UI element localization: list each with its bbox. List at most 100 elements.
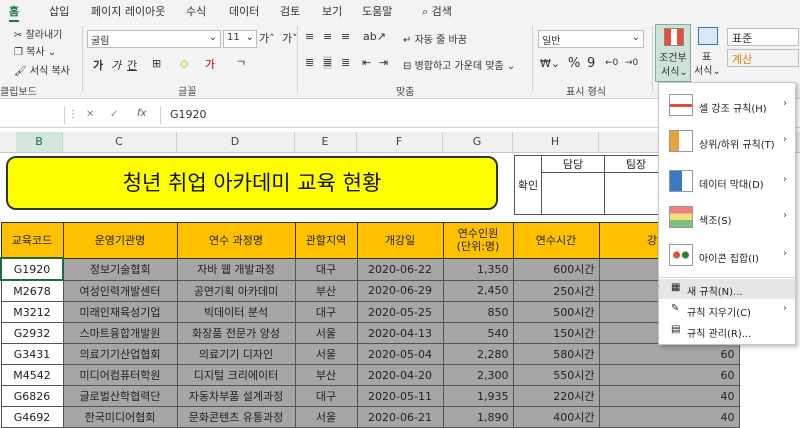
table-cell[interactable]: 600시간	[512, 257, 600, 281]
table-cell[interactable]: 1,935	[442, 385, 514, 407]
font-grow-icon[interactable]: 가˄	[259, 30, 275, 46]
percent-button[interactable]: %	[568, 56, 580, 71]
table-cell[interactable]: 2020-06-29	[356, 279, 444, 302]
table-cell[interactable]: 2020-04-13	[356, 322, 444, 344]
table-cell[interactable]: 250시간	[512, 279, 600, 302]
table-cell[interactable]: 미래인재육성기업	[62, 301, 178, 323]
tab-help[interactable]: 도움말	[362, 3, 392, 19]
table-cell[interactable]: 2020-05-11	[356, 385, 444, 407]
table-cell[interactable]: 60	[598, 343, 740, 365]
table-cell[interactable]: G2932	[0, 322, 64, 344]
table-cell[interactable]: M2678	[0, 279, 64, 302]
menu-top-bottom-rules[interactable]: 상위/하위 규칙(T) ›	[659, 123, 795, 159]
align-left-icon[interactable]: ≣	[305, 56, 314, 69]
format-painter-button[interactable]: 🖌 서식 복사	[14, 62, 70, 77]
table-cell[interactable]: 자동차부품 설계과정	[176, 385, 296, 407]
table-cell[interactable]: 1,890	[442, 406, 514, 428]
table-cell[interactable]: 부산	[294, 364, 358, 386]
table-cell[interactable]: 2,280	[442, 343, 514, 365]
table-cell[interactable]: 220시간	[512, 385, 600, 407]
confirm-icon[interactable]: ✓	[110, 109, 118, 120]
table-cell[interactable]: 2020-04-20	[356, 364, 444, 386]
cut-button[interactable]: ✂ 잘라내기	[14, 26, 62, 41]
table-cell[interactable]: 서울	[294, 343, 358, 365]
table-cell[interactable]: 여성인력개발센터	[62, 279, 178, 302]
table-cell[interactable]: 스마트융합개발원	[62, 322, 178, 344]
column-header-c[interactable]: C	[62, 132, 177, 152]
style-normal[interactable]: 표준	[727, 28, 799, 46]
table-cell[interactable]: 850	[442, 301, 514, 323]
table-cell[interactable]: 서울	[294, 406, 358, 428]
outdent-icon[interactable]: ⇥	[379, 56, 388, 69]
table-cell[interactable]: 의료기기 디자인	[176, 343, 296, 365]
table-cell[interactable]: 서울	[294, 322, 358, 344]
align-center-icon[interactable]: ≣	[323, 56, 333, 69]
formula-input[interactable]: G1920	[170, 108, 207, 121]
bold-button[interactable]: 가	[93, 57, 103, 73]
column-header-d[interactable]: D	[176, 132, 295, 152]
table-cell[interactable]: G1920	[0, 257, 64, 281]
table-cell[interactable]: 의료기기산업협회	[62, 343, 178, 365]
align-middle-icon[interactable]: ≡	[323, 30, 332, 43]
menu-clear-rules[interactable]: ✎ 규칙 지우기(C) ›	[659, 300, 795, 320]
tab-home[interactable]: 홈	[9, 3, 20, 22]
conditional-format-button[interactable]: 조건부 서식⌄	[655, 24, 691, 82]
table-cell[interactable]: 대구	[294, 257, 358, 281]
search-button[interactable]: ⌕ 검색	[422, 3, 452, 19]
column-header-g[interactable]: G	[442, 132, 513, 152]
tab-page-layout[interactable]: 페이지 레이아웃	[91, 3, 165, 19]
table-cell[interactable]: 디지털 크리에이터	[176, 364, 296, 386]
tab-insert[interactable]: 삽입	[49, 3, 69, 19]
table-cell[interactable]: 2020-06-21	[356, 406, 444, 428]
table-cell[interactable]: 2020-05-04	[356, 343, 444, 365]
number-format-select[interactable]: 일반 ⌄	[538, 30, 644, 48]
table-cell[interactable]: 400시간	[512, 406, 600, 428]
orientation-icon[interactable]: ab↗	[363, 30, 386, 43]
align-top-icon[interactable]: ≡	[305, 30, 314, 43]
align-right-icon[interactable]: ≣	[341, 56, 350, 69]
comma-button[interactable]: 9	[587, 56, 595, 71]
table-cell[interactable]: 1,350	[442, 257, 514, 281]
table-cell[interactable]: 대구	[294, 301, 358, 323]
table-cell[interactable]: 2,300	[442, 364, 514, 386]
table-cell[interactable]: 자바 웹 개발과정	[176, 257, 296, 281]
menu-data-bars[interactable]: 데이터 막대(D) ›	[659, 163, 795, 199]
table-cell[interactable]: 150시간	[512, 322, 600, 344]
table-cell[interactable]: 대구	[294, 385, 358, 407]
format-as-table-button[interactable]: 표 서식⌄	[693, 24, 723, 80]
table-cell[interactable]: 정보기술협회	[62, 257, 178, 281]
font-size-select[interactable]: 11 ⌄	[223, 30, 257, 48]
table-cell[interactable]: 40	[598, 406, 740, 428]
table-cell[interactable]: 미디어컴퓨터학원	[62, 364, 178, 386]
column-header-e[interactable]: E	[294, 132, 357, 152]
table-cell[interactable]: 2020-05-25	[356, 301, 444, 323]
table-cell[interactable]: 부산	[294, 279, 358, 302]
table-cell[interactable]: M4542	[0, 364, 64, 386]
font-name-select[interactable]: 굴림 ⌄	[87, 30, 221, 48]
underline-button[interactable]: 간	[127, 57, 137, 73]
table-cell[interactable]: 화장품 전문가 양성	[176, 322, 296, 344]
table-cell[interactable]: 2020-06-22	[356, 257, 444, 281]
insert-function-icon[interactable]: fx	[137, 108, 146, 119]
approval-sign-staff[interactable]	[541, 172, 605, 215]
table-cell[interactable]: 500시간	[512, 301, 600, 323]
more-options-icon[interactable]: ⋮	[68, 109, 78, 120]
table-cell[interactable]: G3431	[0, 343, 64, 365]
merge-center-button[interactable]: ⊟ 병합하고 가운데 맞춤 ⌄	[403, 57, 515, 72]
table-cell[interactable]: 2,450	[442, 279, 514, 302]
column-header-h[interactable]: H	[512, 132, 599, 152]
increase-decimal-icon[interactable]: ←0	[605, 58, 618, 68]
column-header-b[interactable]: B	[16, 132, 63, 152]
cancel-icon[interactable]: ✕	[86, 109, 94, 120]
select-all-corner[interactable]	[0, 132, 17, 152]
phonetic-icon[interactable]: ᄀ	[236, 57, 246, 73]
tab-data[interactable]: 데이터	[229, 3, 259, 19]
table-cell[interactable]: 한국미디어협회	[62, 406, 178, 428]
menu-new-rule[interactable]: ▦ 새 규칙(N)...	[659, 279, 795, 299]
menu-manage-rules[interactable]: ▤ 규칙 관리(R)...	[659, 321, 795, 341]
table-cell[interactable]: 공연기획 아카데미	[176, 279, 296, 302]
style-calculation[interactable]: 계산	[727, 49, 799, 67]
font-color-icon[interactable]: 가	[205, 56, 215, 72]
wrap-text-button[interactable]: ↵ 자동 줄 바꿈	[403, 31, 467, 46]
border-icon[interactable]: ⊞	[152, 57, 161, 70]
